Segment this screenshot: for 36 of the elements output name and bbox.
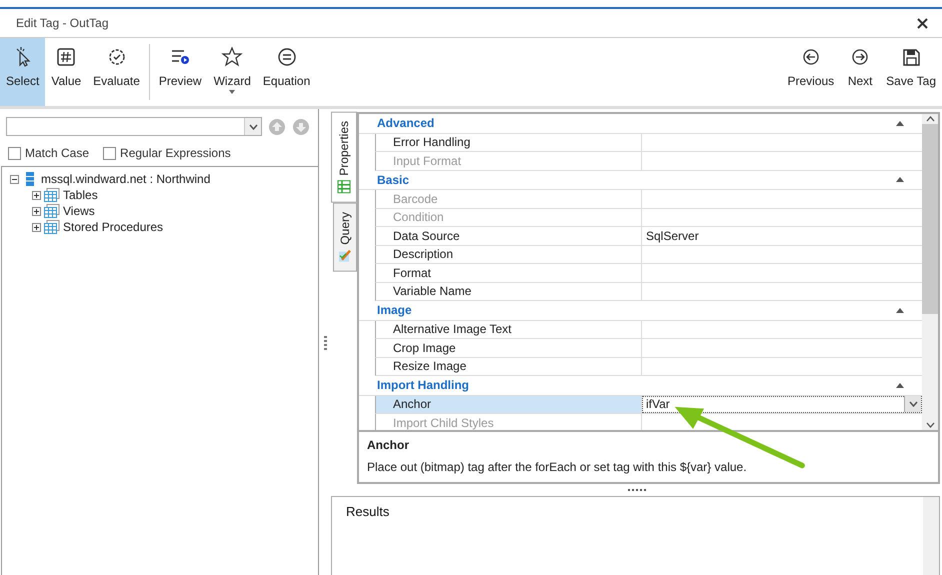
toolbar-button[interactable]: Value	[45, 38, 88, 106]
side-tab[interactable]: Query	[333, 202, 357, 272]
side-tab[interactable]: Properties	[331, 112, 357, 203]
toolbar-button[interactable]: Select	[0, 38, 46, 106]
toolbar-button[interactable]: Preview	[152, 38, 208, 106]
section-header[interactable]: Advanced	[377, 116, 434, 130]
property-name[interactable]: Resize Image	[376, 358, 642, 375]
property-name[interactable]: Crop Image	[376, 339, 642, 356]
property-name[interactable]: Description	[376, 246, 642, 263]
toolbar-button[interactable]: Wizard	[208, 38, 257, 106]
toolbar-button[interactable]: Evaluate	[87, 38, 146, 106]
section-header[interactable]: Import Handling	[377, 378, 469, 392]
checkbox-label: Match Case	[25, 146, 90, 160]
property-name[interactable]: Anchor	[376, 396, 642, 413]
toolbar-button[interactable]: Previous	[781, 38, 840, 106]
toolbar-button[interactable]: Next	[840, 38, 880, 106]
toolbar-button[interactable]: Save Tag	[880, 38, 942, 106]
property-value[interactable]: SqlServer	[646, 228, 699, 243]
tree-item[interactable]: mssql.windward.net : Northwind	[41, 172, 210, 186]
property-name[interactable]: Error Handling	[376, 134, 642, 151]
property-name[interactable]: Data Source	[376, 227, 642, 244]
tree-item[interactable]: Stored Procedures	[63, 220, 164, 234]
checkbox-label: Regular Expressions	[120, 146, 231, 160]
property-name[interactable]: Variable Name	[376, 282, 642, 300]
section-header[interactable]: Basic	[377, 172, 410, 187]
tree-item[interactable]: Views	[63, 204, 95, 218]
description-text: Place out (bitmap) tag after the forEach or set tag with this ${var} value.	[367, 460, 748, 474]
description-title: Anchor	[367, 438, 410, 452]
window-title: Edit Tag - OutTag	[16, 16, 108, 30]
tree-item[interactable]: Tables	[63, 188, 98, 202]
property-name[interactable]: Format	[376, 264, 642, 282]
results-title: Results	[346, 504, 390, 519]
property-value[interactable]: ifVar	[646, 397, 670, 412]
toolbar-button[interactable]: Equation	[256, 38, 316, 106]
property-name[interactable]: Alternative Image Text	[376, 320, 642, 338]
section-header[interactable]: Image	[377, 303, 412, 318]
